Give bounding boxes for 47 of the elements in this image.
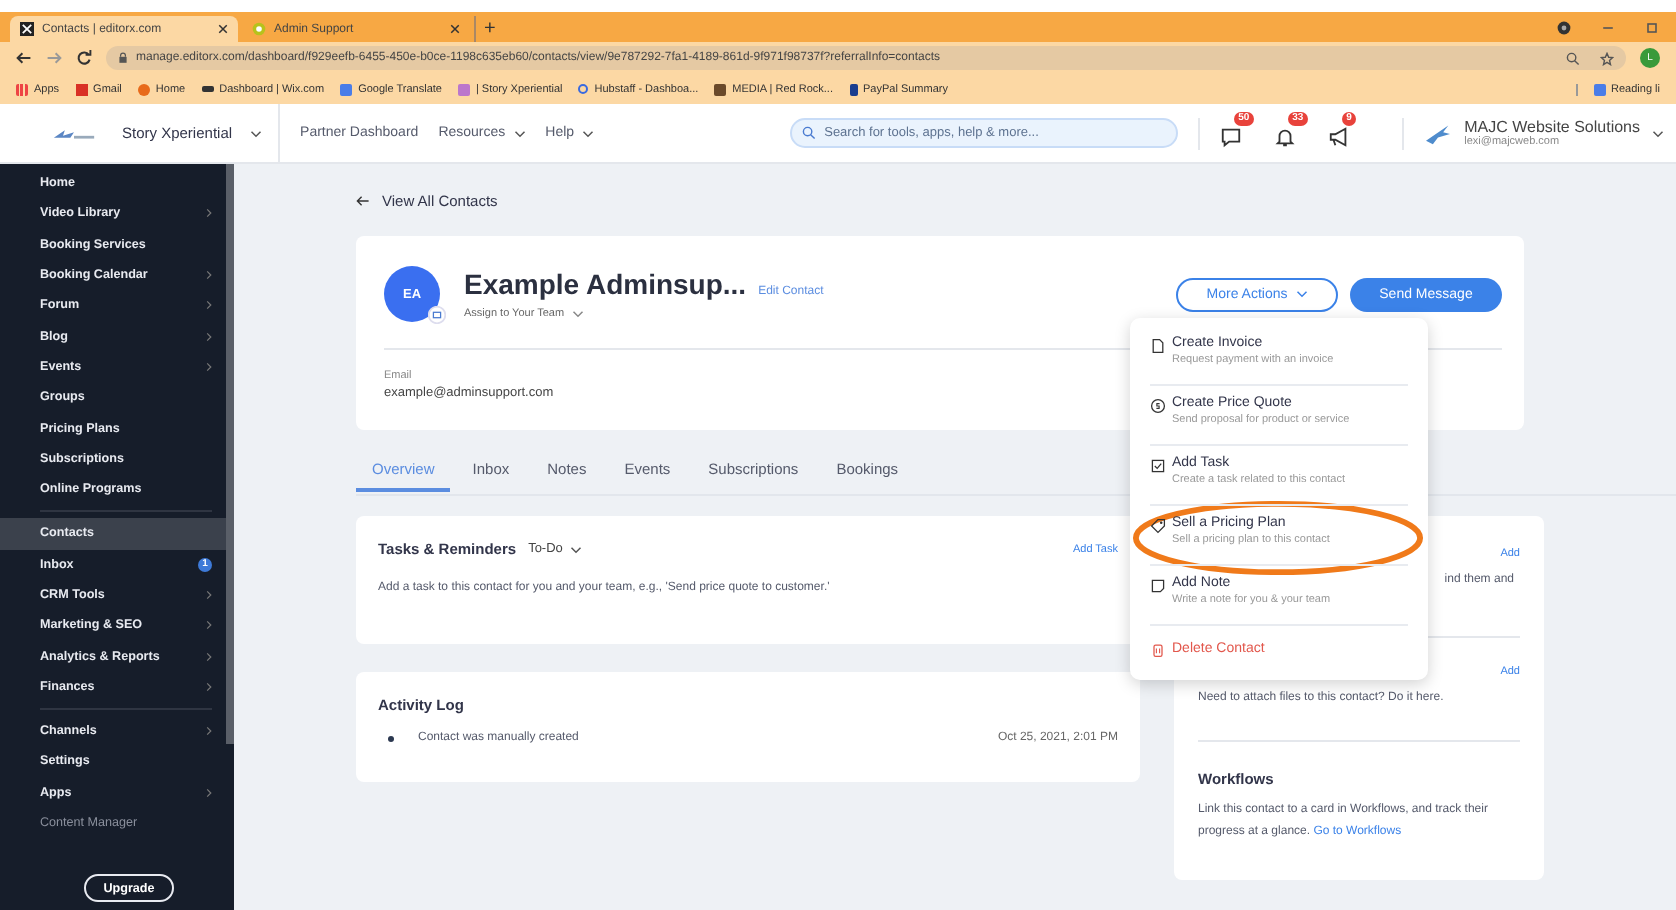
document-icon — [1150, 338, 1166, 354]
reload-icon[interactable] — [76, 50, 92, 66]
chevron-icon — [206, 300, 212, 311]
back-arrow-icon[interactable] — [16, 50, 32, 66]
chevron-icon — [206, 787, 212, 798]
record-icon — [1556, 20, 1572, 36]
chat-icon[interactable] — [1220, 125, 1243, 147]
close-icon[interactable] — [218, 24, 228, 34]
bell-icon[interactable] — [1274, 125, 1297, 147]
restore-icon[interactable] — [1644, 20, 1660, 36]
account-name[interactable]: MAJC Website Solutions — [1464, 117, 1640, 136]
caret-icon — [572, 310, 585, 318]
chevron-icon — [206, 681, 212, 692]
chevron-icon — [206, 651, 212, 662]
dollar-circle-icon — [1150, 398, 1166, 414]
trash-icon — [1150, 642, 1166, 658]
caret-icon — [582, 129, 595, 137]
camera-icon[interactable] — [428, 306, 446, 324]
caret-icon — [1295, 290, 1308, 298]
contact-name: Example Adminsup... — [464, 268, 747, 300]
chevron-icon — [206, 726, 212, 737]
caret-icon — [513, 129, 526, 137]
megaphone-icon[interactable] — [1328, 125, 1351, 147]
chevron-icon — [206, 620, 212, 631]
x-logo-icon — [20, 22, 34, 36]
bird-logo-icon — [52, 125, 96, 141]
close-icon[interactable] — [450, 24, 460, 34]
scrollbar[interactable] — [226, 164, 234, 744]
back-arrow-icon — [356, 193, 370, 207]
chevron-icon — [206, 270, 212, 281]
chevron-icon — [206, 208, 212, 219]
chevron-icon — [206, 361, 212, 372]
lock-icon — [118, 52, 128, 64]
bird-avatar-icon[interactable] — [1424, 121, 1453, 145]
zoom-icon[interactable] — [1566, 51, 1580, 65]
caret-icon[interactable] — [1652, 129, 1664, 137]
note-icon — [1150, 578, 1166, 594]
search-icon — [802, 126, 817, 140]
price-tag-icon — [1150, 518, 1166, 534]
smiley-icon — [252, 22, 266, 36]
caret-icon — [570, 545, 583, 553]
chevron-icon — [206, 590, 212, 600]
caret-icon — [250, 129, 263, 137]
chevron-icon — [206, 331, 212, 342]
checkbox-icon — [1150, 458, 1166, 474]
bullet-icon — [388, 735, 394, 741]
star-icon[interactable] — [1600, 51, 1614, 65]
